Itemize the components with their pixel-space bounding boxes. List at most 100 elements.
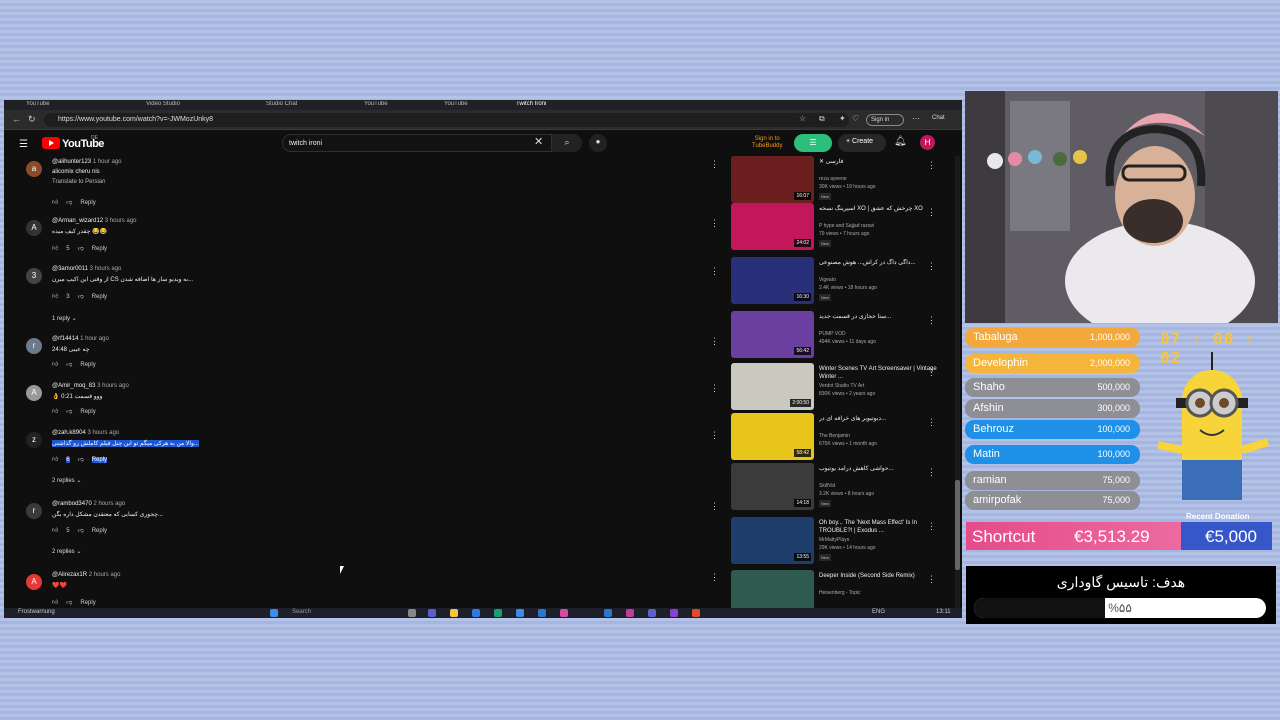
back-icon[interactable]: ←	[12, 114, 21, 124]
tab-active[interactable]: Twitch Ironi	[516, 101, 616, 110]
channel-name[interactable]: SkillVid	[819, 483, 835, 489]
dislike-icon[interactable]: 👎︎	[66, 409, 72, 415]
menu-icon[interactable]: ☰	[19, 139, 28, 150]
video-more-icon[interactable]: ⋮	[927, 160, 936, 171]
commenter-avatar[interactable]: r	[26, 338, 42, 354]
video-more-icon[interactable]: ⋮	[927, 417, 936, 428]
video-title[interactable]: اسپرینگ نسخه XO | چرخش که عشق XO	[819, 205, 939, 213]
replies-toggle[interactable]: 1 reply ⌄	[52, 315, 77, 322]
search-input[interactable]: twitch ironi	[282, 134, 552, 152]
video-more-icon[interactable]: ⋮	[927, 207, 936, 218]
like-icon[interactable]: 👍︎	[52, 362, 58, 368]
create-button[interactable]: + Create	[838, 134, 886, 152]
comment-author[interactable]: @rambod3470 2 hours ago	[52, 501, 125, 507]
clear-search-icon[interactable]: ✕	[534, 135, 543, 148]
star-icon[interactable]: ☆	[799, 114, 806, 123]
reply-button[interactable]: Reply	[80, 362, 95, 368]
comment-author[interactable]: @Alirezax1R 2 hours ago	[52, 572, 120, 578]
video-title[interactable]: Winter Scenes TV Art Screensaver | Vinta…	[819, 365, 939, 381]
url-bar[interactable]: https://www.youtube.com/watch?v=-JWMozUn…	[44, 113, 849, 127]
video-thumbnail[interactable]	[731, 570, 814, 608]
comment-author[interactable]: @3amor0011 3 hours ago	[52, 266, 121, 272]
video-more-icon[interactable]: ⋮	[927, 467, 936, 478]
rec-video[interactable]: Deeper Inside (Second Side Remix) Heisen…	[731, 570, 953, 608]
replies-toggle[interactable]: 2 replies ⌄	[52, 477, 81, 484]
account-avatar[interactable]: H	[920, 135, 935, 150]
video-title[interactable]: حواشی کاهش درآمد یوتیوب...	[819, 465, 939, 473]
comment-author[interactable]: @alihunter123 1 hour ago	[52, 159, 122, 165]
taskbar-search[interactable]: Search	[292, 609, 311, 615]
dislike-icon[interactable]: 👎︎	[78, 457, 84, 463]
tab[interactable]: YouTube	[364, 101, 424, 110]
scrollbar-thumb[interactable]	[955, 480, 960, 570]
tab[interactable]: YouTube	[444, 101, 504, 110]
commenter-avatar[interactable]: 3	[26, 268, 42, 284]
language-indicator[interactable]: ENG	[872, 609, 885, 615]
video-more-icon[interactable]: ⋮	[927, 521, 936, 532]
translate-link[interactable]: Translate to Persian	[52, 179, 105, 185]
comment-author[interactable]: @rf14414 1 hour ago	[52, 336, 109, 342]
commenter-avatar[interactable]: A	[26, 385, 42, 401]
comment-author[interactable]: @Amir_moq_83 3 hours ago	[52, 383, 129, 389]
rec-video[interactable]: 58:42 دیوتیوبر های خرافه ای در... The Be…	[731, 413, 953, 465]
video-thumbnail[interactable]: 16:07	[731, 156, 814, 203]
mic-button[interactable]: ●	[589, 134, 607, 152]
like-icon[interactable]: 👍︎	[52, 457, 58, 463]
like-icon[interactable]: 👍︎	[52, 528, 58, 534]
video-thumbnail[interactable]: 56:42	[731, 311, 814, 358]
video-title[interactable]: Oh boy... The 'Next Mass Effect' Is In T…	[819, 519, 939, 535]
comment-more-icon[interactable]: ⋮	[710, 218, 719, 229]
commenter-avatar[interactable]: z	[26, 432, 42, 448]
replies-toggle[interactable]: 2 replies ⌄	[52, 548, 81, 555]
teams-icon[interactable]	[648, 609, 656, 617]
app-icon[interactable]	[626, 609, 634, 617]
vscode-icon[interactable]	[604, 609, 612, 617]
video-title[interactable]: دیوتیوبر های خرافه ای در...	[819, 415, 939, 423]
comment-more-icon[interactable]: ⋮	[710, 430, 719, 441]
rec-video[interactable]: 13:55 Oh boy... The 'Next Mass Effect' I…	[731, 517, 953, 569]
app-icon[interactable]	[560, 609, 568, 617]
video-more-icon[interactable]: ⋮	[927, 315, 936, 326]
tab[interactable]: Studio Chat	[266, 101, 336, 110]
video-more-icon[interactable]: ⋮	[927, 574, 936, 585]
channel-name[interactable]: P hype and Sajjad razavi	[819, 223, 874, 229]
rec-video[interactable]: 24:02 اسپرینگ نسخه XO | چرخش که عشق XO P…	[731, 203, 953, 255]
app-icon[interactable]	[692, 609, 700, 617]
dislike-icon[interactable]: 👎︎	[78, 294, 84, 300]
channel-name[interactable]: The Benjamin	[819, 433, 850, 439]
reply-button[interactable]: Reply	[80, 200, 95, 206]
like-icon[interactable]: 👍︎	[52, 246, 58, 252]
dislike-icon[interactable]: 👎︎	[66, 600, 72, 606]
dislike-icon[interactable]: 👎︎	[78, 246, 84, 252]
reply-button[interactable]: Reply	[80, 409, 95, 415]
like-icon[interactable]: 👍︎	[52, 409, 58, 415]
reply-button[interactable]: Reply	[92, 294, 107, 300]
rec-video[interactable]: 56:42 ستا حجازی در قسمت جدید... PUMP VOD…	[731, 311, 953, 363]
rec-video[interactable]: 16:07 ✕ فارسی reza ayeene 30K views • 19…	[731, 156, 953, 208]
start-icon[interactable]	[270, 609, 278, 617]
copilot-icon[interactable]: ✦	[839, 114, 846, 123]
comment-more-icon[interactable]: ⋮	[710, 266, 719, 277]
commenter-avatar[interactable]: A	[26, 574, 42, 590]
reply-button[interactable]: Reply	[91, 457, 108, 463]
video-title[interactable]: Deeper Inside (Second Side Remix)	[819, 572, 939, 580]
commenter-avatar[interactable]: a	[26, 161, 42, 177]
dislike-icon[interactable]: 👎︎	[78, 528, 84, 534]
app-icon[interactable]	[538, 609, 546, 617]
video-thumbnail[interactable]: 24:02	[731, 203, 814, 250]
extensions-icon[interactable]: ⧉	[819, 114, 825, 124]
video-thumbnail[interactable]: 16:30	[731, 257, 814, 304]
tab[interactable]: Video Studio	[146, 101, 246, 110]
dislike-icon[interactable]: 👎︎	[66, 200, 72, 206]
video-title[interactable]: ستا حجازی در قسمت جدید...	[819, 313, 939, 321]
app-icon[interactable]	[516, 609, 524, 617]
app-icon[interactable]	[472, 609, 480, 617]
rec-video[interactable]: 14:18 حواشی کاهش درآمد یوتیوب... SkillVi…	[731, 463, 953, 515]
channel-name[interactable]: Vigeato	[819, 277, 836, 283]
weather-widget[interactable]: Frostwarnung	[18, 609, 55, 615]
tubebuddy-signin[interactable]: Sign in to TubeBuddy	[752, 136, 782, 150]
app-icon[interactable]	[408, 609, 416, 617]
video-thumbnail[interactable]: 14:18	[731, 463, 814, 510]
app-icon[interactable]	[428, 609, 436, 617]
youtube-logo-icon[interactable]	[42, 137, 60, 149]
